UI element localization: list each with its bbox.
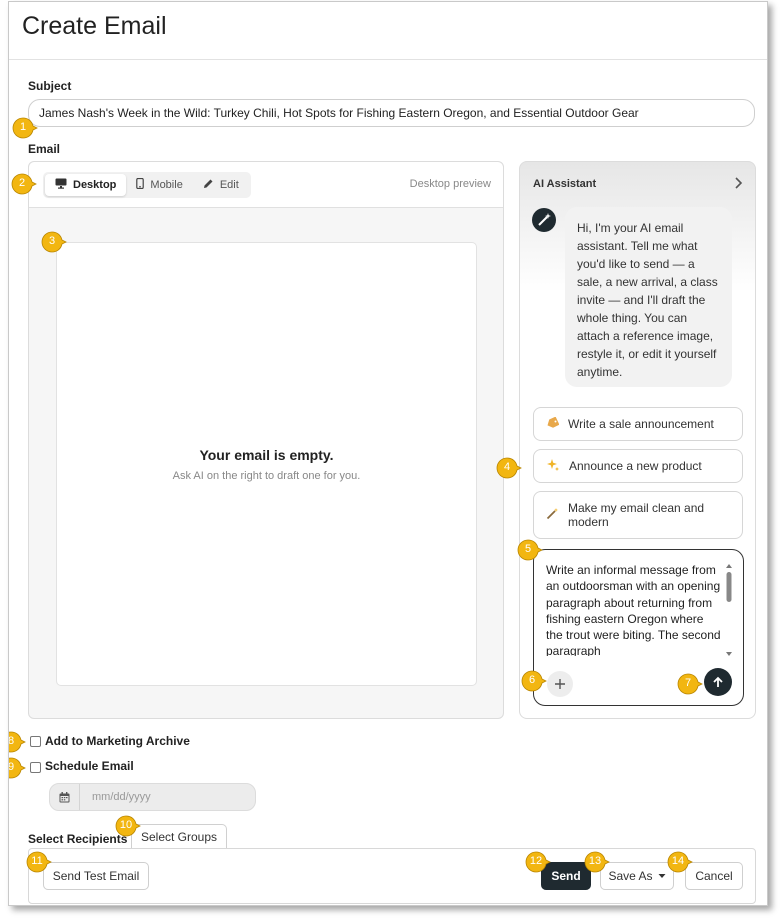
preview-mode-label: Desktop preview — [409, 178, 491, 190]
tab-edit-label: Edit — [219, 179, 239, 191]
sparkle-icon — [546, 458, 560, 475]
email-preview-canvas[interactable]: Your email is empty. Ask AI on the right… — [56, 242, 477, 686]
callout-number: 4 — [503, 461, 511, 473]
callout-number: 2 — [18, 177, 26, 189]
ai-assistant-title: AI Assistant — [533, 178, 597, 190]
editor-toolbar: Desktop Mobile Edit Desktop preview — [29, 162, 503, 208]
caret-down-icon — [658, 874, 666, 878]
schedule-date-field[interactable]: mm/dd/yyyy — [49, 783, 256, 811]
page-title: Create Email — [22, 12, 167, 40]
action-bar: Send Test Email Send Save As Cancel — [28, 848, 756, 904]
callout-number: 14 — [671, 855, 685, 867]
phone-icon — [136, 177, 145, 192]
recipients-label: Select Recipients — [28, 832, 128, 846]
archive-checkbox[interactable] — [30, 736, 41, 747]
create-email-window: Create Email Subject James Nash's Week i… — [8, 1, 768, 906]
callout-number: 12 — [529, 855, 543, 867]
callout-number: 11 — [31, 855, 43, 867]
magic-wand-icon — [538, 213, 551, 226]
archive-label: Add to Marketing Archive — [45, 734, 190, 748]
callout-number: 5 — [524, 543, 532, 555]
email-label: Email — [28, 142, 61, 156]
callout-badge: 14 — [667, 851, 693, 873]
ai-prompt-input[interactable]: Write an informal message from an outdoo… — [546, 562, 721, 656]
monitor-icon — [55, 178, 67, 192]
callout-number: 6 — [528, 674, 536, 686]
callout-badge: 6 — [521, 670, 547, 692]
date-input[interactable]: mm/dd/yyyy — [92, 791, 151, 803]
calendar-icon — [50, 784, 80, 810]
schedule-checkbox[interactable] — [30, 762, 41, 773]
send-test-email-button[interactable]: Send Test Email — [43, 862, 149, 890]
ai-assistant-panel: AI Assistant Hi, I'm your AI email assis… — [519, 161, 756, 719]
suggestion-sale-announcement[interactable]: Write a sale announcement — [533, 407, 743, 441]
callout-badge: 10 — [115, 815, 141, 837]
tag-icon — [546, 416, 560, 432]
subject-input[interactable]: James Nash's Week in the Wild: Turkey Ch… — [28, 99, 755, 127]
view-tabs: Desktop Mobile Edit — [43, 172, 251, 198]
suggestion-clean-modern[interactable]: Make my email clean and modern — [533, 491, 743, 539]
page-header: Create Email — [9, 2, 767, 60]
callout-badge: 11 — [26, 851, 52, 873]
empty-state-subtitle: Ask AI on the right to draft one for you… — [172, 470, 361, 482]
chevron-right-icon[interactable] — [733, 176, 743, 194]
callout-badge: 4 — [496, 457, 522, 479]
callout-badge: 12 — [525, 851, 551, 873]
callout-badge: 13 — [584, 851, 610, 873]
magic-wand-icon — [546, 507, 559, 523]
save-as-label: Save As — [608, 869, 653, 883]
save-as-button[interactable]: Save As — [600, 862, 674, 890]
callout-number: 9 — [8, 761, 15, 773]
ai-avatar — [532, 208, 556, 232]
ai-prompt-box[interactable]: Write an informal message from an outdoo… — [533, 549, 744, 706]
callout-badge: 1 — [12, 117, 38, 139]
prompt-scrollbar[interactable] — [724, 562, 734, 658]
tab-edit[interactable]: Edit — [193, 174, 249, 196]
attach-plus-button[interactable] — [547, 671, 573, 697]
tab-mobile[interactable]: Mobile — [126, 174, 192, 196]
callout-badge: 3 — [41, 231, 67, 253]
arrow-up-icon — [713, 676, 723, 687]
send-prompt-button[interactable] — [704, 668, 732, 696]
callout-number: 7 — [684, 677, 692, 689]
email-editor: Desktop Mobile Edit Desktop preview Your… — [28, 161, 504, 719]
callout-badge: 8 — [8, 731, 26, 753]
tab-select-groups[interactable]: Select Groups — [131, 824, 227, 849]
tab-mobile-label: Mobile — [150, 179, 183, 191]
ai-greeting-message: Hi, I'm your AI email assistant. Tell me… — [565, 207, 732, 387]
subject-label: Subject — [28, 79, 72, 93]
cancel-button[interactable]: Cancel — [685, 862, 743, 890]
callout-number: 3 — [48, 235, 56, 247]
pencil-icon — [203, 178, 214, 192]
tab-desktop-label: Desktop — [73, 179, 117, 191]
callout-badge: 2 — [11, 173, 37, 195]
empty-state-title: Your email is empty. — [199, 447, 334, 463]
callout-number: 8 — [8, 735, 15, 747]
callout-number: 13 — [588, 855, 602, 867]
callout-badge: 7 — [677, 673, 703, 695]
schedule-label: Schedule Email — [45, 759, 134, 773]
suggestion-new-product[interactable]: Announce a new product — [533, 449, 743, 483]
suggestion-label: Make my email clean and modern — [568, 501, 705, 529]
tab-desktop[interactable]: Desktop — [45, 174, 127, 196]
callout-badge: 9 — [8, 757, 26, 779]
suggestion-label: Write a sale announcement — [568, 417, 714, 431]
suggestion-label: Announce a new product — [569, 459, 702, 473]
callout-number: 10 — [119, 819, 133, 831]
callout-number: 1 — [19, 121, 27, 133]
plus-icon — [555, 679, 565, 689]
callout-badge: 5 — [517, 539, 543, 561]
